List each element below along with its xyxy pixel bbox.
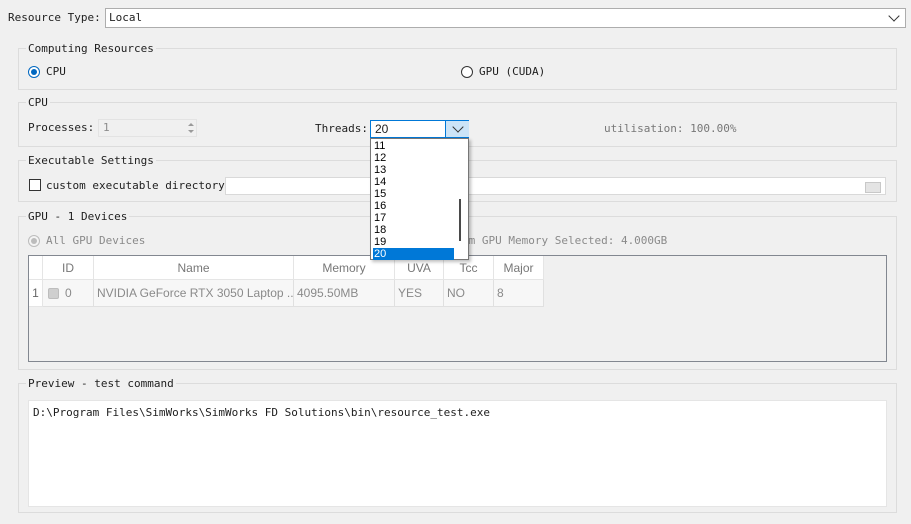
dropdown-option[interactable]: 17 — [373, 212, 454, 224]
column-header-id[interactable]: ID — [43, 256, 94, 280]
dropdown-option[interactable]: 15 — [373, 188, 454, 200]
dropdown-scrollbar-thumb[interactable] — [459, 199, 461, 241]
spin-up-icon[interactable] — [188, 123, 194, 126]
executable-dir-field[interactable] — [225, 177, 886, 195]
table-cell-memory[interactable]: 4095.50MB — [294, 280, 395, 307]
computing-resources-title: Computing Resources — [26, 42, 156, 56]
dropdown-option[interactable]: 12 — [373, 152, 454, 164]
gpu-id-value: 0 — [65, 286, 72, 300]
dropdown-option[interactable]: 11 — [373, 140, 454, 152]
cpu-radio[interactable] — [28, 66, 40, 78]
cpu-radio-label[interactable]: CPU — [46, 65, 66, 79]
all-gpu-devices-label[interactable]: All GPU Devices — [46, 234, 145, 248]
preview-title: Preview - test command — [26, 377, 176, 391]
threads-combo[interactable]: 20 — [370, 120, 469, 138]
processes-spinbox[interactable]: 1 — [98, 119, 197, 137]
preview-command-box[interactable]: D:\Program Files\SimWorks\SimWorks FD So… — [28, 400, 887, 507]
threads-dropdown-button[interactable] — [445, 121, 469, 137]
cpu-group-title: CPU — [26, 96, 50, 110]
preview-command-text[interactable]: D:\Program Files\SimWorks\SimWorks FD So… — [33, 406, 490, 420]
dropdown-option[interactable]: 19 — [373, 236, 454, 248]
processes-label: Processes: — [28, 121, 95, 134]
chevron-down-icon — [888, 10, 900, 22]
threads-label: Threads: — [315, 122, 368, 135]
dropdown-option[interactable]: 18 — [373, 224, 454, 236]
custom-dir-checkbox[interactable] — [29, 179, 41, 191]
table-cell-tcc[interactable]: NO — [444, 280, 494, 307]
resource-type-combo[interactable]: Local — [105, 8, 906, 28]
table-cell-uva[interactable]: YES — [395, 280, 444, 307]
executable-settings-title: Executable Settings — [26, 154, 156, 168]
column-header-name[interactable]: Name — [94, 256, 294, 280]
gpu-radio-label[interactable]: GPU (CUDA) — [479, 65, 545, 79]
chevron-down-icon — [452, 121, 464, 133]
column-header-major[interactable]: Major — [494, 256, 544, 280]
utilisation-text: utilisation: 100.00% — [604, 122, 737, 135]
threads-value: 20 — [375, 122, 389, 136]
gpu-memory-text: um GPU Memory Selected: 4.000GB — [462, 234, 668, 247]
dropdown-option-selected[interactable]: 20 — [373, 248, 454, 260]
resource-type-label: Resource Type: — [8, 11, 101, 24]
dropdown-option[interactable]: 13 — [373, 164, 454, 176]
table-cell-id[interactable]: 0 — [43, 280, 94, 307]
gpu-table[interactable]: ID Name Memory UVA Tcc Major 1 0 NVIDIA … — [28, 255, 887, 362]
custom-dir-label[interactable]: custom executable directory: — [46, 179, 231, 193]
row-header[interactable]: 1 — [29, 280, 43, 307]
processes-value: 1 — [103, 121, 110, 134]
gpu-radio[interactable] — [461, 66, 473, 78]
folder-icon[interactable] — [865, 182, 881, 193]
spin-down-icon[interactable] — [188, 130, 194, 133]
table-cell-major[interactable]: 8 — [494, 280, 544, 307]
table-corner — [29, 256, 43, 280]
threads-dropdown-list[interactable]: 11 12 13 14 15 16 17 18 19 20 — [370, 138, 469, 260]
resource-type-value: Local — [109, 11, 143, 24]
dropdown-option[interactable]: 16 — [373, 200, 454, 212]
table-cell-name[interactable]: NVIDIA GeForce RTX 3050 Laptop ... — [94, 280, 294, 307]
all-gpu-devices-radio[interactable] — [28, 235, 40, 247]
gpu-group-title: GPU - 1 Devices — [26, 210, 130, 224]
dropdown-option[interactable]: 14 — [373, 176, 454, 188]
gpu-select-checkbox[interactable] — [48, 288, 59, 299]
